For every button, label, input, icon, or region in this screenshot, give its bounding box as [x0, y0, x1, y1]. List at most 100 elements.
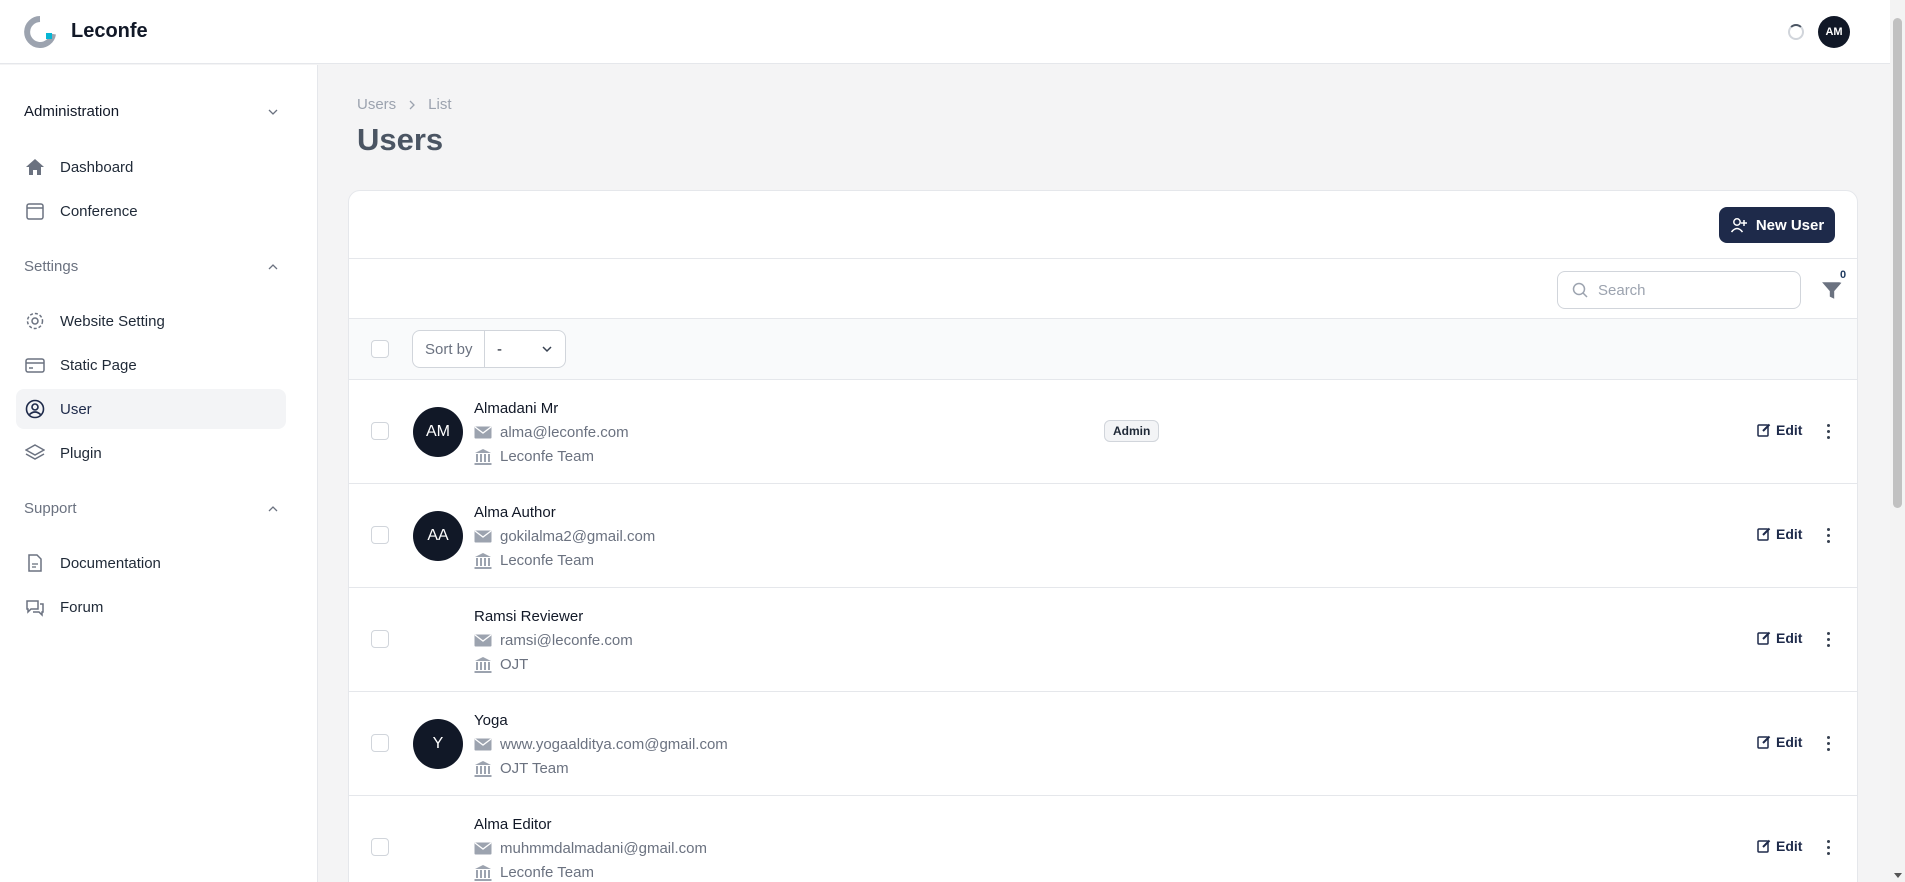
- sidebar-item-dashboard[interactable]: Dashboard: [16, 147, 286, 187]
- scrollbar-thumb[interactable]: [1893, 18, 1902, 508]
- edit-button[interactable]: Edit: [1757, 526, 1802, 542]
- table-row[interactable]: AM Almadani Mr alma@leconfe.com Leconfe …: [349, 380, 1857, 484]
- sidebar-item-label: User: [60, 400, 92, 418]
- stack-icon: [24, 442, 46, 464]
- sidebar-group-support[interactable]: Support: [24, 500, 278, 517]
- edit-button[interactable]: Edit: [1757, 734, 1802, 750]
- more-actions-icon[interactable]: [1823, 836, 1833, 858]
- user-affiliation: OJT Team: [474, 760, 569, 777]
- user-plus-icon: [1730, 218, 1747, 233]
- user-name: Ramsi Reviewer: [474, 608, 584, 625]
- user-affiliation-text: Leconfe Team: [500, 448, 594, 465]
- chevron-down-icon: [268, 109, 278, 115]
- more-actions-icon[interactable]: [1823, 524, 1833, 546]
- search-input[interactable]: Search: [1557, 271, 1801, 309]
- sort-select[interactable]: Sort by -: [412, 330, 566, 368]
- user-name: Alma Author: [474, 504, 556, 521]
- new-user-label: New User: [1755, 216, 1825, 234]
- more-actions-icon[interactable]: [1823, 628, 1833, 650]
- breadcrumb-users-link[interactable]: Users: [357, 96, 396, 113]
- table-row[interactable]: Alma Editor muhmmdalmadani@gmail.com Lec…: [349, 796, 1857, 882]
- row-checkbox[interactable]: [371, 526, 389, 544]
- sidebar-item-label: Plugin: [60, 444, 102, 462]
- scroll-down-arrow-icon[interactable]: [1894, 873, 1902, 878]
- edit-icon: [1757, 527, 1771, 541]
- building-icon: [474, 864, 492, 881]
- row-checkbox[interactable]: [371, 630, 389, 648]
- user-affiliation: Leconfe Team: [474, 552, 594, 569]
- select-all-checkbox[interactable]: [371, 340, 389, 358]
- avatar: Y: [413, 719, 463, 769]
- building-icon: [474, 448, 492, 465]
- user-email-text: ramsi@leconfe.com: [500, 632, 633, 649]
- edit-icon: [1757, 839, 1771, 853]
- card-icon: [24, 354, 46, 376]
- sidebar-item-plugin[interactable]: Plugin: [16, 433, 286, 473]
- chevron-down-icon: [542, 346, 552, 353]
- envelope-icon: [474, 634, 492, 648]
- sidebar-item-static-page[interactable]: Static Page: [16, 345, 286, 385]
- user-circle-icon: [24, 398, 46, 420]
- user-affiliation: Leconfe Team: [474, 448, 594, 465]
- breadcrumb-current: List: [428, 96, 452, 113]
- edit-icon: [1757, 631, 1771, 645]
- sidebar-item-documentation[interactable]: Documentation: [16, 543, 286, 583]
- user-email-text: www.yogaalditya.com@gmail.com: [500, 736, 728, 753]
- sidebar-item-label: Static Page: [60, 356, 137, 374]
- edit-button[interactable]: Edit: [1757, 838, 1802, 854]
- sidebar-item-conference[interactable]: Conference: [16, 191, 286, 231]
- role-badge: Admin: [1104, 420, 1160, 442]
- table-row[interactable]: Ramsi Reviewer ramsi@leconfe.com OJT Edi…: [349, 588, 1857, 692]
- sort-label: Sort by: [413, 331, 485, 367]
- envelope-icon: [474, 738, 492, 752]
- chat-icon: [24, 596, 46, 618]
- user-affiliation-text: Leconfe Team: [500, 552, 594, 569]
- more-actions-icon[interactable]: [1823, 732, 1833, 754]
- user-email: www.yogaalditya.com@gmail.com: [474, 736, 728, 753]
- user-email-text: gokilalma2@gmail.com: [500, 528, 656, 545]
- app-name: Leconfe: [71, 20, 148, 42]
- user-affiliation: OJT: [474, 656, 528, 673]
- user-affiliation-text: OJT: [500, 656, 529, 673]
- search-icon: [1572, 282, 1588, 298]
- table-row[interactable]: AA Alma Author gokilalma2@gmail.com Leco…: [349, 484, 1857, 588]
- envelope-icon: [474, 426, 492, 440]
- sidebar-item-user[interactable]: User: [16, 389, 286, 429]
- sidebar-group-administration[interactable]: Administration: [24, 103, 278, 120]
- edit-icon: [1757, 423, 1771, 437]
- table-row[interactable]: Y Yoga www.yogaalditya.com@gmail.com OJT…: [349, 692, 1857, 796]
- chevron-up-icon: [268, 263, 278, 269]
- sidebar-item-forum[interactable]: Forum: [16, 587, 286, 627]
- sidebar: Administration Dashboard Conference Sett…: [0, 65, 318, 882]
- row-checkbox[interactable]: [371, 734, 389, 752]
- edit-button[interactable]: Edit: [1757, 422, 1802, 438]
- edit-label: Edit: [1776, 422, 1803, 438]
- user-email: ramsi@leconfe.com: [474, 632, 633, 649]
- sidebar-item-label: Forum: [60, 598, 104, 616]
- users-table-card: New User Search 0 Sort by - AM Almadani …: [348, 190, 1858, 882]
- sidebar-group-label: Administration: [24, 103, 120, 120]
- avatar: AM: [413, 407, 463, 457]
- more-actions-icon[interactable]: [1823, 420, 1833, 442]
- edit-label: Edit: [1776, 630, 1803, 646]
- app-logo[interactable]: Leconfe: [24, 15, 148, 48]
- logo-icon: [24, 15, 56, 48]
- row-checkbox[interactable]: [371, 422, 389, 440]
- sidebar-item-label: Documentation: [60, 554, 161, 572]
- edit-button[interactable]: Edit: [1757, 630, 1802, 646]
- user-email: alma@leconfe.com: [474, 424, 629, 441]
- user-avatar[interactable]: AM: [1818, 16, 1850, 48]
- user-name: Yoga: [474, 712, 508, 729]
- user-email-text: muhmmdalmadani@gmail.com: [500, 840, 707, 857]
- sidebar-group-settings[interactable]: Settings: [24, 258, 278, 275]
- row-checkbox[interactable]: [371, 838, 389, 856]
- home-icon: [24, 156, 46, 178]
- building-icon: [474, 552, 492, 569]
- user-name: Almadani Mr: [474, 400, 559, 417]
- user-name: Alma Editor: [474, 816, 552, 833]
- page-scrollbar[interactable]: [1890, 0, 1905, 882]
- new-user-button[interactable]: New User: [1719, 207, 1835, 243]
- building-icon: [474, 760, 492, 777]
- edit-label: Edit: [1776, 734, 1803, 750]
- sidebar-item-website-setting[interactable]: Website Setting: [16, 301, 286, 341]
